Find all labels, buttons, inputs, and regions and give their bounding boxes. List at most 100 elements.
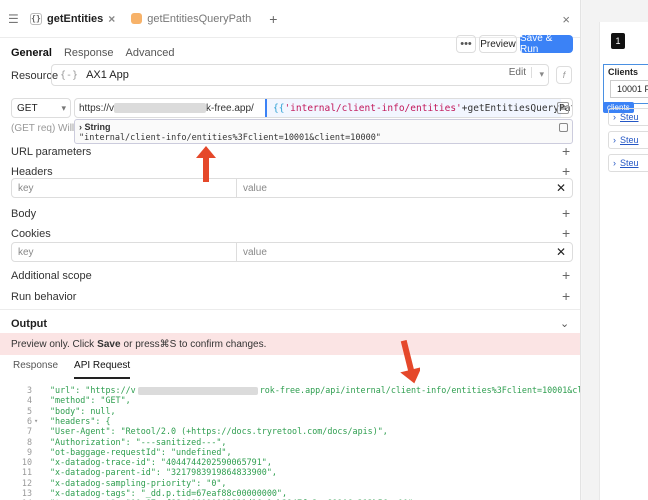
code-line: 12 "x-datadog-sampling-priority": "0", [0,477,580,488]
eval-type-label[interactable]: › String [79,122,111,132]
steu-link-3[interactable]: › Steu [608,154,648,172]
collapse-output-icon[interactable]: ⌄ [560,317,569,330]
clients-select[interactable]: 10001 Fr [610,80,648,98]
run-behavior-label: Run behavior [11,291,77,303]
fx-icon[interactable]: f [556,66,572,84]
preview-banner: Preview only. Click Save or press⌘S to c… [0,333,580,355]
fold-toggle-icon[interactable]: ▾ [34,416,38,426]
code-text: "User-Agent": "Retool/2.0 (+https://docs… [50,426,388,437]
tab-advanced[interactable]: Advanced [126,47,175,59]
eval-value: "internal/client-info/entities%3Fclient=… [79,133,381,143]
chevron-down-icon: ▾ [539,69,544,79]
header-row: key value ✕ [11,178,573,198]
body-label: Body [11,208,37,220]
add-body-icon[interactable]: + [562,205,570,221]
resource-type-icon: {-} [60,69,79,81]
code-line: 7 "User-Agent": "Retool/2.0 (+https://do… [0,426,580,437]
tab-getentities[interactable]: {} getEntities × [22,0,123,38]
app-logo: 1 [611,33,625,49]
save-and-run-button[interactable]: Save & Run [520,33,573,55]
resource-value: AX1 App [86,69,129,81]
tab-label: getEntities [47,12,104,25]
output-title: Output [11,318,48,330]
cookie-value-input[interactable]: value [237,247,572,258]
steu-link-2[interactable]: › Steu [608,131,648,149]
remove-header-icon[interactable]: ✕ [556,181,566,195]
hamburger-menu-icon[interactable]: ☰ [8,12,22,26]
url-template-expression[interactable]: {{ 'internal/client-info/entities' +getEn… [265,99,572,117]
line-number: 6 [26,415,32,426]
close-tab-icon[interactable]: × [108,12,115,26]
header-value-input[interactable]: value [237,183,572,194]
js-transformer-icon [131,13,143,24]
code-line: 9 "ot-baggage-requestId": "undefined", [0,446,580,457]
code-line: 3 "url": "https://v rok-free.app/api/inter… [0,385,580,395]
add-tab-button[interactable]: + [269,11,277,27]
url-input[interactable]: https://v k-free.app/ {{ 'internal/client… [74,98,573,118]
add-cookie-icon[interactable]: + [562,225,570,241]
query-tab-strip: ☰ {} getEntities × getEntitiesQueryPath … [0,0,580,38]
code-line: 5 "body": null, [0,405,580,416]
code-text: "x-datadog-tags": "_dd.p.tid=67eaf88c000… [50,488,287,498]
expand-editor-icon[interactable]: ⧉ [557,102,569,114]
tab-label: getEntitiesQueryPath [147,12,252,25]
code-line: 8 "Authorization": "---sanitized---", [0,436,580,447]
copy-icon[interactable] [559,123,568,132]
method-value: GET [17,102,38,114]
close-panel-icon[interactable]: × [562,12,570,27]
code-line: 6 ▾ "headers": { [0,415,580,426]
url-prefix: https://v k-free.app/ [79,102,254,114]
line-number: 10 [21,457,32,468]
line-number: 7 [26,426,32,437]
remove-cookie-icon[interactable]: ✕ [556,245,566,259]
annotation-arrow-up [196,146,216,182]
code-text: "x-datadog-parent-id": "3217983919864833… [50,467,277,478]
cookie-key-input[interactable]: key [12,243,237,261]
method-select[interactable]: GET ▾ [11,98,71,118]
line-number: 9 [26,446,32,457]
code-line: 10 "x-datadog-trace-id": "40447442025900… [0,457,580,468]
output-tabs: Response API Request [13,360,131,379]
code-text: "ot-baggage-requestId": "undefined", [50,446,232,457]
api-request-code-view: 3 "url": "https://v rok-free.app/api/inter… [0,380,580,500]
add-url-parameter-icon[interactable]: + [562,143,570,159]
line-number: 3 [26,385,32,395]
query-editor-panel: ☰ {} getEntities × getEntitiesQueryPath … [0,0,581,500]
code-line: 11 "x-datadog-parent-id": "3217983919864… [0,467,580,478]
banner-save-text: Save [97,338,121,350]
cookies-label: Cookies [11,228,51,240]
line-number: 12 [21,477,32,488]
code-text: "x-datadog-trace-id": "40447442025900657… [50,457,272,468]
code-text: "x-datadog-sampling-priority": "0", [50,477,227,488]
url-parameters-label: URL parameters [11,146,92,158]
tab-general[interactable]: General [11,47,52,59]
code-text: "Authorization": "---sanitized---", [50,436,227,447]
tab-output-response[interactable]: Response [13,360,58,379]
code-line: 4 "method": "GET", [0,395,580,406]
steu-link-1[interactable]: › Steu [608,108,648,126]
add-header-icon[interactable]: + [562,163,570,179]
line-number: 5 [26,405,32,416]
code-text: "body": null, [50,405,116,416]
code-text: "url": "https://v rok-free.app/api/intern… [50,385,580,395]
clients-label: Clients [608,67,639,77]
expand-run-behavior-icon[interactable]: + [562,288,570,304]
code-line: 13 "x-datadog-tags": "_dd.p.tid=67eaf88c… [0,488,580,498]
preview-button[interactable]: Preview [479,35,517,53]
tab-getentitiesquerypath[interactable]: getEntitiesQueryPath [123,0,259,38]
chevron-down-icon: ▾ [61,103,66,113]
tab-response[interactable]: Response [64,47,114,59]
resource-select[interactable]: {-} AX1 App Edit ▾ [51,64,549,86]
more-options-button[interactable]: ••• [456,35,476,53]
cookie-row: key value ✕ [11,242,573,262]
annotation-arrow-down [400,340,420,384]
line-number: 4 [26,395,32,406]
line-number: 11 [21,467,32,478]
edit-resource-button[interactable]: Edit [509,67,532,78]
line-number: 8 [26,436,32,447]
tab-api-request[interactable]: API Request [74,360,131,379]
add-scope-icon[interactable]: + [562,267,570,283]
additional-scope-label: Additional scope [11,270,92,282]
divider [0,309,580,310]
query-icon: {} [30,12,42,25]
